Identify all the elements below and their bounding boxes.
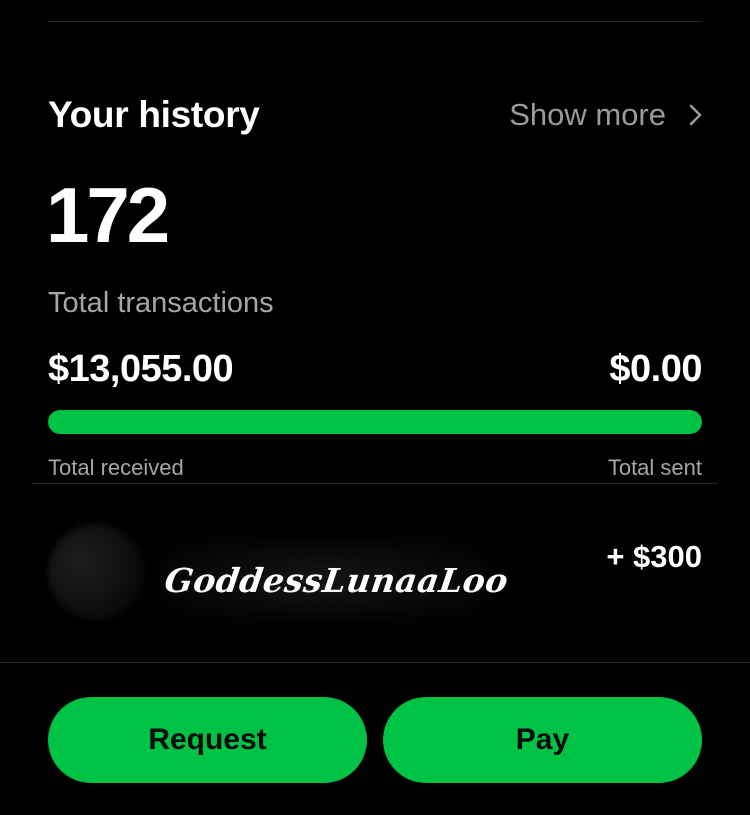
received-bar-fill (48, 410, 702, 434)
total-sent-amount: $0.00 (609, 348, 702, 390)
transaction-count: 172 (46, 171, 170, 259)
request-button[interactable]: Request (48, 697, 367, 783)
transaction-amount: + $300 (606, 539, 702, 574)
show-more-link[interactable]: Show more (509, 97, 704, 133)
history-title: Your history (48, 94, 260, 135)
avatar-icon (48, 524, 144, 620)
transaction-count-label: Total transactions (48, 287, 274, 319)
show-more-label: Show more (509, 97, 666, 132)
received-sent-bar (48, 410, 702, 434)
transaction-row[interactable]: GoddessLunaaLoo + $300 (0, 484, 750, 662)
signature-watermark: GoddessLunaaLoo (162, 561, 511, 600)
total-sent-label: Total sent (607, 455, 702, 480)
total-received-amount: $13,055.00 (48, 348, 234, 390)
pay-button[interactable]: Pay (383, 697, 702, 783)
bottom-divider (0, 662, 750, 663)
total-received-label: Total received (48, 455, 184, 480)
top-divider (48, 21, 702, 22)
history-header: Your history Show more (48, 88, 704, 142)
chevron-right-icon (689, 104, 702, 126)
